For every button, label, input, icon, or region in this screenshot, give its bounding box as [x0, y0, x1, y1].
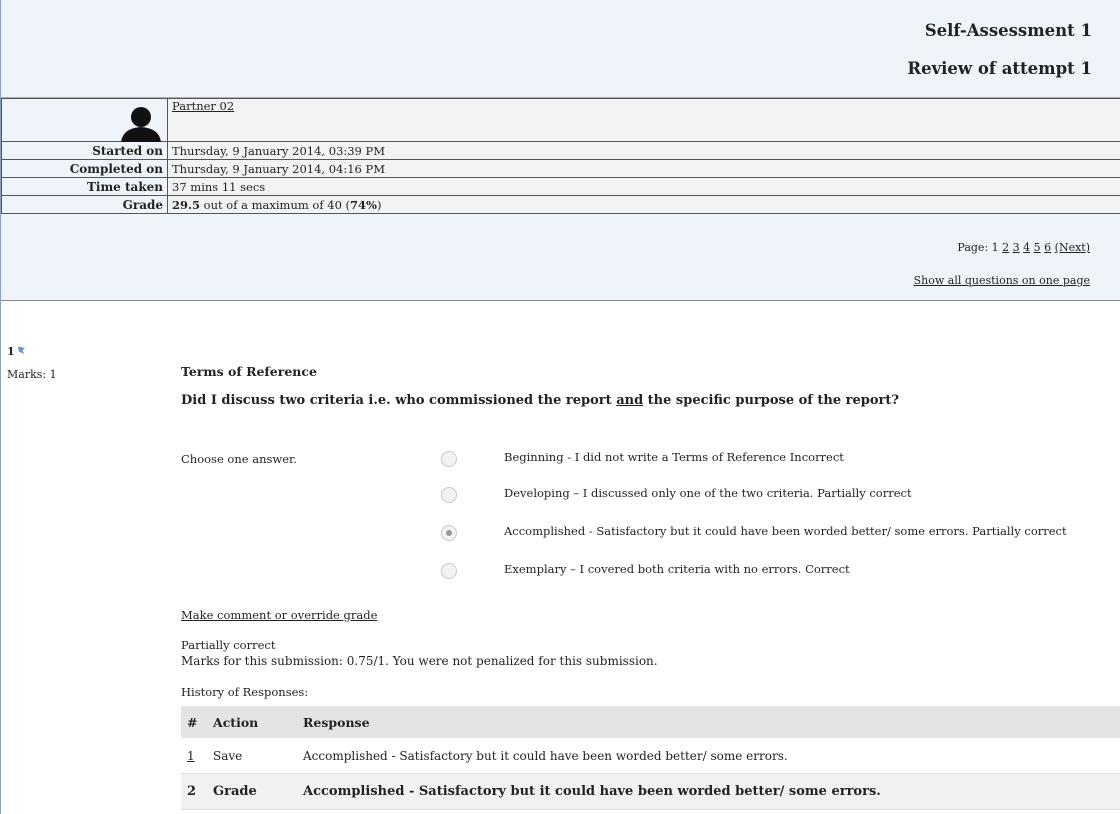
option-text: Developing – I discussed only one of the… — [504, 486, 814, 500]
time-taken-label: Time taken — [1, 177, 168, 196]
attempt-summary-table: Partner 02 Started on Thursday, 9 Januar… — [1, 98, 1120, 214]
page-label: Page: — [957, 241, 989, 254]
question-number: 1 — [7, 345, 15, 358]
prompt-part-a: Did I discuss two criteria i.e. who comm… — [181, 393, 617, 408]
question-content: Terms of Reference Did I discuss two cri… — [181, 360, 1120, 810]
grade-rest: out of a maximum of 40 ( — [200, 197, 351, 212]
comment-override-link[interactable]: Make comment or override grade — [181, 608, 377, 622]
radio-button[interactable] — [441, 563, 457, 579]
option-text: Beginning - I did not write a Terms of R… — [504, 450, 787, 464]
option-feedback: Partially correct — [972, 524, 1067, 538]
page-link-5[interactable]: 5 — [1034, 241, 1041, 254]
history-num: 2 — [181, 773, 207, 810]
prompt-part-b: the specific purpose of the report? — [643, 393, 900, 408]
user-avatar-icon[interactable] — [119, 102, 163, 142]
radio-button-selected[interactable] — [441, 525, 457, 541]
page-link-6[interactable]: 6 — [1044, 241, 1051, 254]
completed-value: Thursday, 9 January 2014, 04:16 PM — [167, 159, 1120, 178]
completed-label: Completed on — [1, 159, 168, 178]
option-text: Accomplished - Satisfactory but it could… — [504, 524, 969, 538]
next-page-link[interactable]: (Next) — [1055, 241, 1090, 254]
user-name-cell: Partner 02 — [167, 98, 1120, 142]
grade-percent: 74% — [350, 197, 377, 212]
history-response: Accomplished - Satisfactory but it could… — [297, 738, 1120, 774]
result-block: Partially correct Marks for this submiss… — [181, 637, 658, 669]
started-value: Thursday, 9 January 2014, 03:39 PM — [167, 141, 1120, 160]
attempt-title: Review of attempt 1 — [907, 59, 1092, 78]
page-link-2[interactable]: 2 — [1002, 241, 1009, 254]
history-label: History of Responses: — [181, 685, 309, 699]
option-text: Exemplary – I covered both criteria with… — [504, 562, 802, 576]
history-header-num: # — [181, 706, 207, 738]
quiz-review-page: Self-Assessment 1 Review of attempt 1 Pa… — [0, 0, 1120, 814]
history-action: Save — [207, 738, 297, 774]
question-info: 1 Marks: 1 — [7, 345, 57, 381]
show-all-questions-link[interactable]: Show all questions on one page — [914, 274, 1090, 287]
history-num-link[interactable]: 1 — [187, 749, 195, 763]
grade-label: Grade — [1, 195, 168, 214]
history-header-action: Action — [207, 706, 297, 738]
radio-button[interactable] — [441, 451, 457, 467]
history-action: Grade — [207, 773, 297, 810]
result-status: Partially correct — [181, 638, 276, 652]
grade-end: ) — [376, 197, 382, 212]
time-taken-value: 37 mins 11 secs — [167, 177, 1120, 196]
started-label: Started on — [1, 141, 168, 160]
history-table: # Action Response 1 Save Accomplished - … — [181, 706, 1120, 810]
table-row: 1 Save Accomplished - Satisfactory but i… — [181, 738, 1120, 774]
question-title: Terms of Reference — [181, 364, 317, 379]
question-prompt: Did I discuss two criteria i.e. who comm… — [181, 393, 1120, 408]
choose-instruction: Choose one answer. — [181, 452, 297, 466]
page-link-4[interactable]: 4 — [1023, 241, 1030, 254]
page-header: Self-Assessment 1 Review of attempt 1 — [1, 0, 1120, 98]
flag-icon[interactable] — [17, 346, 26, 355]
option-feedback: Incorrect — [789, 450, 844, 464]
prompt-and: and — [616, 393, 644, 408]
user-name-link[interactable]: Partner 02 — [172, 99, 234, 113]
page-navigation: Page: 1 2 3 4 5 6 (Next) Show all questi… — [1, 214, 1120, 301]
page-link-3[interactable]: 3 — [1013, 241, 1020, 254]
history-response: Accomplished - Satisfactory but it could… — [297, 773, 1120, 810]
page-current: 1 — [991, 241, 999, 254]
option-feedback: Correct — [805, 562, 850, 576]
grade-value: 29.5 out of a maximum of 40 (74%) — [167, 195, 1120, 214]
radio-button[interactable] — [441, 487, 457, 503]
grade-score: 29.5 — [172, 197, 201, 212]
marks-line: Marks for this submission: 0.75/1. You w… — [181, 654, 658, 668]
quiz-title: Self-Assessment 1 — [924, 21, 1092, 40]
history-header-response: Response — [297, 706, 1120, 738]
table-row: 2 Grade Accomplished - Satisfactory but … — [181, 773, 1120, 810]
question-marks: Marks: 1 — [7, 368, 57, 381]
option-feedback: Partially correct — [817, 486, 912, 500]
